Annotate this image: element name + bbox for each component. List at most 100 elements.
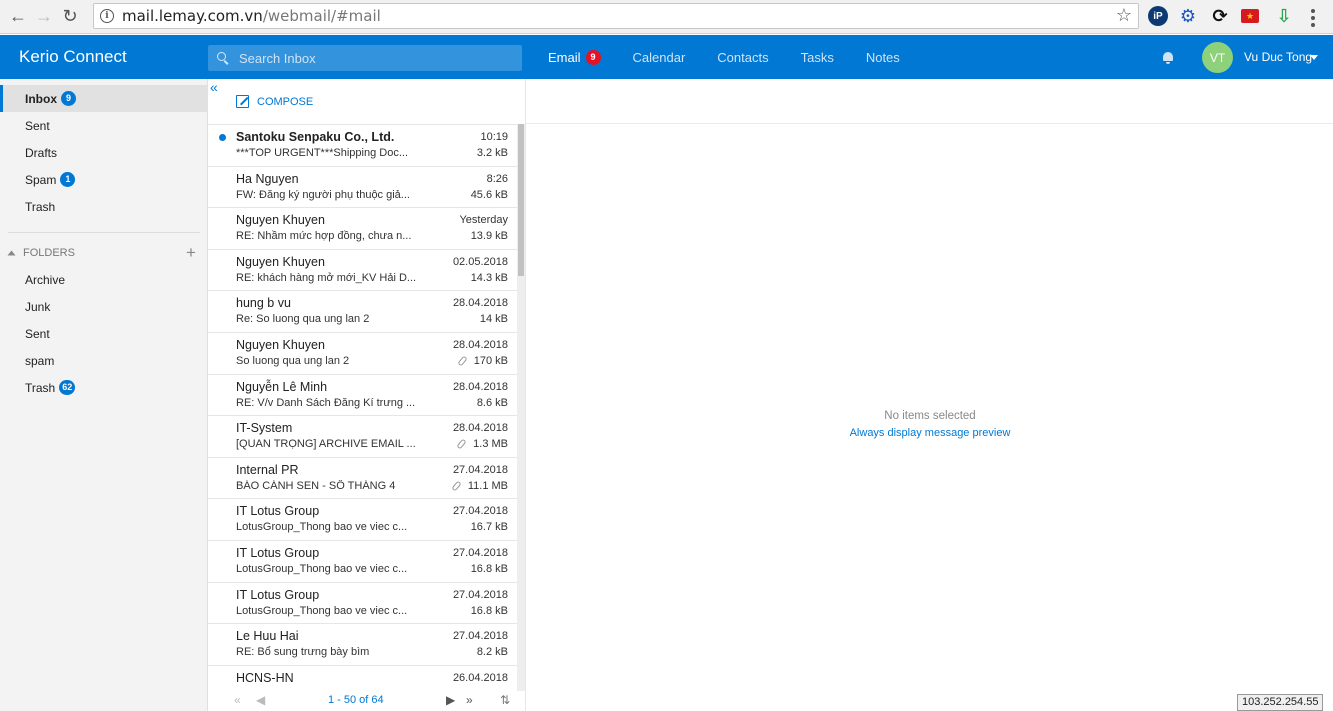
tab-email[interactable]: Email 9 bbox=[548, 49, 601, 65]
chevron-down-icon[interactable] bbox=[1310, 55, 1318, 60]
flag-extension-icon[interactable]: ★ bbox=[1241, 9, 1259, 23]
message-size: 3.2 kB bbox=[477, 147, 508, 159]
message-row[interactable]: hung b vu Re: So luong qua ung lan 2 28.04… bbox=[208, 291, 517, 333]
compose-label: COMPOSE bbox=[257, 95, 314, 108]
message-row[interactable]: IT Lotus Group LotusGroup_Thong bao ve vi… bbox=[208, 583, 517, 625]
inbox-badge: 9 bbox=[61, 91, 76, 106]
forward-arrow-icon[interactable]: → bbox=[31, 4, 57, 30]
sidebar-item-drafts[interactable]: Drafts bbox=[0, 139, 207, 166]
message-size: 14 kB bbox=[480, 313, 508, 325]
folder-item-spam[interactable]: spam bbox=[0, 347, 207, 374]
message-row[interactable]: IT Lotus Group LotusGroup_Thong bao ve vi… bbox=[208, 499, 517, 541]
tab-tasks[interactable]: Tasks bbox=[801, 50, 834, 65]
sort-icon[interactable]: ⇅ bbox=[500, 693, 510, 707]
tab-notes[interactable]: Notes bbox=[866, 50, 900, 65]
sidebar-item-trash[interactable]: Trash bbox=[0, 193, 207, 220]
message-subject: FW: Đăng ký người phụ thuộc giả... bbox=[236, 188, 410, 201]
message-subject: LotusGroup_Thong bao ve viec c... bbox=[236, 604, 408, 617]
search-box[interactable] bbox=[208, 45, 522, 71]
collapse-sidebar-icon[interactable]: « bbox=[210, 79, 218, 95]
always-preview-link[interactable]: Always display message preview bbox=[526, 427, 1333, 439]
sidebar-item-label: Spam bbox=[25, 172, 57, 187]
reload-icon[interactable]: ↻ bbox=[57, 4, 83, 30]
email-unread-badge: 9 bbox=[585, 49, 601, 65]
pager-label[interactable]: 1 - 50 of 64 bbox=[328, 694, 384, 706]
preview-divider bbox=[526, 123, 1333, 124]
message-list-pane: « COMPOSE Santoku Senpaku Co., Ltd. ***TO… bbox=[208, 79, 525, 711]
message-subject: LotusGroup_Thong bao ve viec c... bbox=[236, 521, 408, 534]
sidebar-item-inbox[interactable]: Inbox 9 bbox=[0, 85, 207, 112]
next-page-icon[interactable]: ▶ bbox=[446, 693, 455, 707]
message-size: 13.9 kB bbox=[471, 230, 508, 242]
tab-calendar[interactable]: Calendar bbox=[633, 50, 686, 65]
message-sender: IT Lotus Group bbox=[236, 545, 320, 560]
folder-item-trash[interactable]: Trash 62 bbox=[0, 374, 207, 401]
message-row[interactable]: Le Huu Hai RE: Bổ sung trưng bày bìm 27.04… bbox=[208, 624, 517, 666]
message-date: 26.04.2018 bbox=[452, 671, 508, 684]
last-page-icon[interactable]: » bbox=[466, 693, 473, 707]
url-text[interactable]: mail.lemay.com.vn/webmail/#mail bbox=[122, 7, 381, 25]
search-input[interactable] bbox=[239, 50, 499, 66]
message-row[interactable]: Nguyễn Lê Minh RE: V/v Danh Sách Đăng Kí … bbox=[208, 375, 517, 417]
browser-menu-icon[interactable] bbox=[1311, 9, 1315, 27]
message-size-value: 14 kB bbox=[479, 313, 508, 326]
user-name[interactable]: Vu Duc Tong bbox=[1244, 50, 1312, 64]
bell-icon[interactable] bbox=[1162, 52, 1174, 64]
message-date: Yesterday bbox=[459, 214, 508, 227]
app-tabs: Email 9 Calendar Contacts Tasks Notes bbox=[548, 35, 932, 79]
prev-page-icon[interactable]: ◀ bbox=[256, 693, 265, 707]
sidebar-item-sent[interactable]: Sent bbox=[0, 112, 207, 139]
ip-extension-icon[interactable]: iP bbox=[1148, 6, 1168, 26]
sync-extension-icon[interactable]: ⟳ bbox=[1210, 6, 1230, 26]
message-list-scrollbar[interactable] bbox=[517, 124, 525, 691]
avatar[interactable]: VT bbox=[1202, 42, 1233, 73]
message-row[interactable]: Internal PR BÁO CÁNH SEN - SỐ THÁNG 4 27.0… bbox=[208, 458, 517, 500]
attachment-icon bbox=[457, 355, 468, 367]
compose-button[interactable]: COMPOSE bbox=[236, 95, 313, 108]
message-date: 27.04.2018 bbox=[452, 588, 508, 601]
scroll-thumb[interactable] bbox=[518, 124, 524, 276]
bookmark-star-icon[interactable]: ☆ bbox=[1116, 5, 1132, 26]
compose-icon bbox=[236, 95, 249, 108]
folders-header[interactable]: FOLDERS bbox=[7, 247, 75, 259]
message-row[interactable]: IT Lotus Group LotusGroup_Thong bao ve vi… bbox=[208, 541, 517, 583]
add-folder-icon[interactable]: + bbox=[186, 244, 196, 261]
message-sender: Ha Nguyen bbox=[236, 171, 299, 186]
message-date: 8:26 bbox=[486, 172, 508, 185]
first-page-icon[interactable]: « bbox=[234, 693, 241, 707]
message-size: 8.6 kB bbox=[477, 397, 508, 409]
back-arrow-icon[interactable]: ← bbox=[5, 4, 31, 30]
message-subject: RE: Nhầm mức hợp đồng, chưa n... bbox=[236, 230, 412, 243]
message-row[interactable]: Ha Nguyen FW: Đăng ký người phụ thuộc giả… bbox=[208, 167, 517, 209]
message-row[interactable]: HCNS-HN 26.04.2018 bbox=[208, 666, 517, 691]
collapse-triangle-icon[interactable] bbox=[7, 250, 16, 256]
message-row[interactable]: Nguyen Khuyen RE: khách hàng mở mới_KV Hả… bbox=[208, 250, 517, 292]
address-bar[interactable]: i mail.lemay.com.vn/webmail/#mail ☆ bbox=[93, 3, 1139, 29]
message-subject: RE: khách hàng mở mới_KV Hải D... bbox=[236, 271, 417, 284]
message-size: 11.1 MB bbox=[451, 480, 508, 492]
gear-extension-icon[interactable]: ⚙ bbox=[1178, 6, 1198, 26]
folder-item-junk[interactable]: Junk bbox=[0, 293, 207, 320]
message-row[interactable]: IT-System [QUAN TRỌNG] ARCHIVE EMAIL ... 2… bbox=[208, 416, 517, 458]
message-date: 27.04.2018 bbox=[452, 463, 508, 476]
message-size: 14.3 kB bbox=[471, 272, 508, 284]
message-size-value: 8.2 kB bbox=[476, 646, 508, 659]
folder-item-archive[interactable]: Archive bbox=[0, 266, 207, 293]
url-host: mail.lemay.com.vn bbox=[122, 7, 263, 25]
download-extension-icon[interactable]: ⇩ bbox=[1274, 6, 1294, 26]
message-sender: IT-System bbox=[236, 421, 293, 436]
message-subject: BÁO CÁNH SEN - SỐ THÁNG 4 bbox=[236, 479, 396, 492]
unread-dot-icon bbox=[219, 134, 226, 141]
message-row[interactable]: Nguyen Khuyen So luong qua ung lan 2 28.04… bbox=[208, 333, 517, 375]
message-date: 28.04.2018 bbox=[452, 422, 508, 435]
sidebar-item-spam[interactable]: Spam 1 bbox=[0, 166, 207, 193]
tab-contacts[interactable]: Contacts bbox=[717, 50, 768, 65]
folder-item-label: Sent bbox=[25, 326, 50, 341]
folder-item-label: Trash bbox=[25, 380, 56, 395]
folder-item-sent[interactable]: Sent bbox=[0, 320, 207, 347]
info-icon[interactable]: i bbox=[100, 9, 114, 23]
message-size-value: 170 kB bbox=[473, 354, 508, 367]
message-row[interactable]: Santoku Senpaku Co., Ltd. ***TOP URGENT**… bbox=[208, 125, 517, 167]
message-row[interactable]: Nguyen Khuyen RE: Nhầm mức hợp đồng, chưa… bbox=[208, 208, 517, 250]
message-size-value: 16.8 kB bbox=[470, 604, 508, 617]
